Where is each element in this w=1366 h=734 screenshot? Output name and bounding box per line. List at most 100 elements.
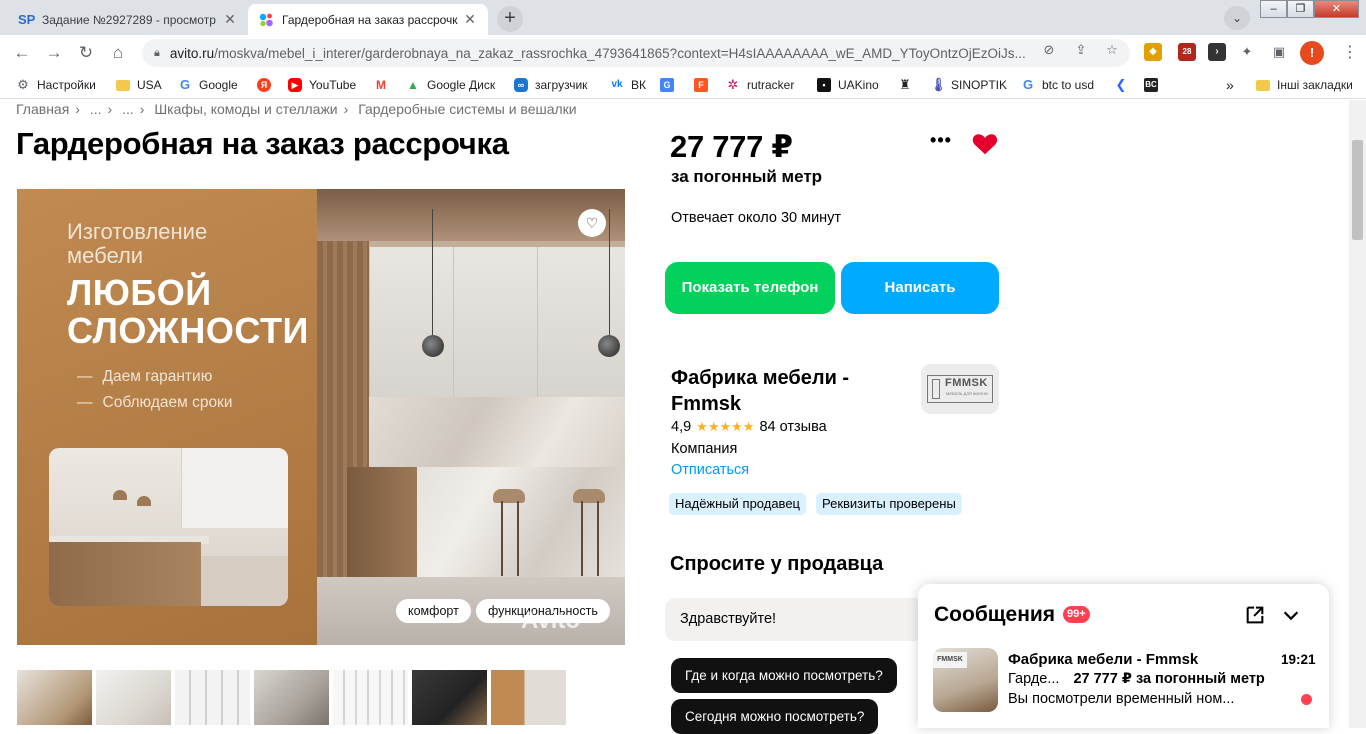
bookmark-downloader[interactable]: ∞ загрузчик xyxy=(514,76,587,94)
thumbnail[interactable] xyxy=(96,670,171,725)
gmail-icon: M xyxy=(376,78,386,92)
bookmark-uakino[interactable]: ▪ UAKino xyxy=(817,76,879,94)
quick-question-chip[interactable]: Сегодня можно посмотреть? xyxy=(671,699,879,734)
breadcrumb-wardrobe-systems[interactable]: Гардеробные системы и вешалки xyxy=(358,101,576,117)
address-bar[interactable]: 🔒︎ avito.ru/moskva/mebel_i_interer/garde… xyxy=(142,39,1130,67)
reliable-seller-badge[interactable]: Надёжный продавец xyxy=(669,493,806,515)
chat-item: Гарде... 27 777 ₽ за погонный метр xyxy=(1008,671,1265,687)
new-tab-button[interactable]: + xyxy=(497,6,523,32)
seller-name[interactable]: Фабрика мебели - Fmmsk xyxy=(671,365,891,417)
extension-shield-icon[interactable]: ◆ xyxy=(1144,43,1162,61)
tab-title: Задание №2927289 - просмотр xyxy=(42,12,216,27)
share-icon[interactable]: ⇪ xyxy=(1072,41,1090,59)
bookmark-translate[interactable]: G xyxy=(660,76,681,94)
main-listing-photo[interactable]: Изготовление мебели ЛЮБОЙ СЛОЖНОСТИ Даем… xyxy=(17,189,625,645)
more-options-icon[interactable]: ••• xyxy=(928,130,954,156)
seller-logo[interactable]: FMMSK МЕБЕЛЬ ДЛЯ ЖИЗНИ xyxy=(921,364,999,414)
bookmark-usa[interactable]: USA xyxy=(116,76,162,94)
bookmark-settings[interactable]: ⚙ Настройки xyxy=(16,76,96,94)
extension-arrow-icon[interactable]: › xyxy=(1208,43,1226,61)
unsubscribe-link[interactable]: Отписаться xyxy=(671,462,749,478)
gear-icon: ⚙ xyxy=(17,77,29,92)
thumbnail[interactable] xyxy=(15,668,94,727)
seller-type: Компания xyxy=(671,441,738,457)
breadcrumb: Главная › ... › ... › Шкафы, комоды и стелл… xyxy=(16,101,577,117)
thumbnail[interactable] xyxy=(412,670,487,725)
thumbnail[interactable] xyxy=(491,670,566,725)
bookmark-yandex[interactable]: Я xyxy=(257,76,278,94)
minimize-button[interactable]: – xyxy=(1260,0,1287,18)
maximize-button[interactable]: ❐ xyxy=(1287,0,1314,18)
verified-details-badge[interactable]: Реквизиты проверены xyxy=(816,493,962,515)
bookmarks-overflow[interactable]: » xyxy=(1226,76,1234,94)
bookmark-google-drive[interactable]: ▲ Google Диск xyxy=(406,76,495,94)
bookmark-f[interactable]: F xyxy=(694,76,715,94)
bookmark-star-icon[interactable]: ☆ xyxy=(1103,41,1121,59)
messenger-title[interactable]: Сообщения xyxy=(934,603,1055,627)
tab-title: Гардеробная на заказ рассрочк xyxy=(282,12,458,27)
sp-favicon-icon: SP xyxy=(18,11,36,27)
bookmark-google[interactable]: G Google xyxy=(178,76,238,94)
browser-menu-icon[interactable]: ⋮ xyxy=(1340,41,1360,65)
breadcrumb-collapsed[interactable]: ... xyxy=(90,101,102,117)
thumbnail[interactable] xyxy=(254,670,329,725)
bookmark-gmail[interactable]: M xyxy=(374,76,395,94)
side-panel-icon[interactable]: ▣ xyxy=(1270,43,1288,61)
chat-avatar[interactable]: FMMSK xyxy=(933,648,998,712)
close-tab-icon[interactable]: ✕ xyxy=(462,11,478,28)
lock-icon[interactable]: 🔒︎ xyxy=(154,47,160,60)
google-icon: G xyxy=(1022,77,1034,92)
scrollbar-thumb[interactable] xyxy=(1352,140,1363,240)
bookmark-btc[interactable]: Gbtc to usd xyxy=(1021,76,1094,94)
bookmark-vk[interactable]: vk ВК xyxy=(610,76,646,94)
back-icon[interactable]: ← xyxy=(10,41,34,65)
browser-tab-avito[interactable]: Гардеробная на заказ рассрочк ✕ xyxy=(248,4,488,35)
google-drive-icon: ▲ xyxy=(407,78,419,92)
quick-question-chip[interactable]: Где и когда можно посмотреть? xyxy=(671,658,897,693)
browser-tab-task[interactable]: SP Задание №2927289 - просмотр ✕ xyxy=(8,4,248,35)
bookmark-arrow[interactable]: ❮ xyxy=(1114,76,1135,94)
page-scrollbar[interactable] xyxy=(1349,100,1366,728)
translate-icon: G xyxy=(660,78,674,92)
reload-icon[interactable]: ↻ xyxy=(74,41,98,65)
bookmark-rutracker[interactable]: ✲ rutracker xyxy=(726,76,795,94)
bookmark-youtube[interactable]: ▶ YouTube xyxy=(288,76,356,94)
show-phone-button[interactable]: Показать телефон xyxy=(665,262,835,314)
chevron-down-icon[interactable] xyxy=(1280,604,1302,626)
forward-icon[interactable]: → xyxy=(42,41,66,65)
bookmark-other[interactable]: Інші закладки xyxy=(1256,76,1353,94)
bookmark-sinoptik[interactable]: 🌡︎ SINOPTIK xyxy=(930,76,1007,94)
browser-tab-bar: SP Задание №2927289 - просмотр ✕ Гардеро… xyxy=(0,0,1366,35)
bc-icon: BC xyxy=(1144,78,1158,92)
thumbnail[interactable] xyxy=(175,670,250,725)
chat-time: 19:21 xyxy=(1281,652,1316,667)
close-tab-icon[interactable]: ✕ xyxy=(222,11,238,28)
close-window-button[interactable]: ✕ xyxy=(1314,0,1359,18)
extensions-puzzle-icon[interactable]: ✦ xyxy=(1238,43,1256,61)
youtube-icon: ▶ xyxy=(288,78,302,92)
favorite-heart-icon[interactable] xyxy=(970,128,1000,158)
promo-point: Даем гарантию xyxy=(77,368,213,386)
write-message-button[interactable]: Написать xyxy=(841,262,999,314)
breadcrumb-home[interactable]: Главная xyxy=(16,101,69,117)
bookmark-bc[interactable]: BC xyxy=(1144,76,1165,94)
google-icon: G xyxy=(179,77,191,92)
bookmark-figure[interactable]: ♜ xyxy=(898,76,919,94)
chat-name[interactable]: Фабрика мебели - Fmmsk xyxy=(1008,651,1198,668)
blocked-popup-icon[interactable]: ⊘ xyxy=(1040,41,1058,59)
open-external-icon[interactable] xyxy=(1244,604,1266,626)
photo-tag: комфорт xyxy=(396,599,471,623)
reply-time: Отвечает около 30 минут xyxy=(671,210,842,226)
reviews-link[interactable]: 84 отзыва xyxy=(759,419,826,435)
rating-value: 4,9 xyxy=(671,419,692,435)
extension-badge-icon[interactable]: 28 xyxy=(1178,43,1196,61)
thumbnail[interactable] xyxy=(333,670,408,725)
tab-search-button[interactable]: ⌄ xyxy=(1224,6,1250,30)
breadcrumb-furniture[interactable]: Шкафы, комоды и стеллажи xyxy=(154,101,337,117)
home-icon[interactable]: ⌂ xyxy=(106,41,130,65)
heart-outline-icon[interactable]: ♡ xyxy=(578,209,606,237)
ask-seller-input[interactable]: Здравствуйте! xyxy=(665,598,925,641)
folder-icon xyxy=(1256,79,1270,91)
breadcrumb-collapsed[interactable]: ... xyxy=(122,101,134,117)
profile-avatar[interactable]: ! xyxy=(1300,41,1324,65)
